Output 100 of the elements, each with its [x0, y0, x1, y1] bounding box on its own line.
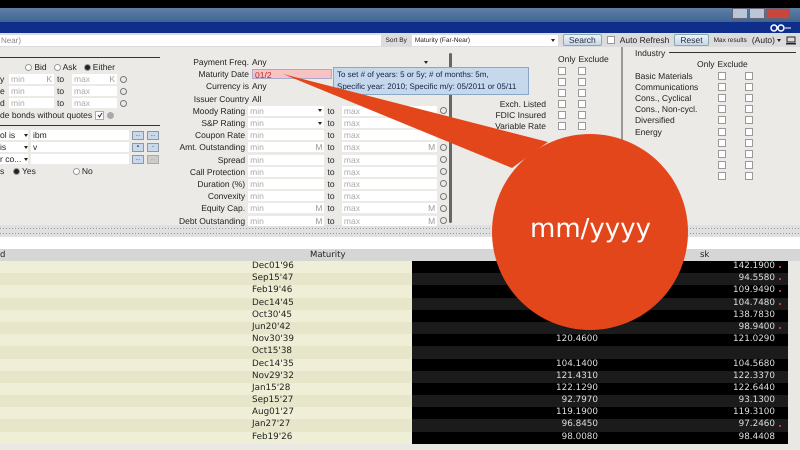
table-row[interactable]: Sep15'27 92.7970 93.1300: [0, 395, 788, 408]
bid-cell: 122.1290: [556, 382, 598, 393]
table-row[interactable]: Jan27'27 96.8450 97.2460: [0, 419, 788, 432]
exclude-checkbox[interactable]: [578, 66, 586, 74]
exclude-checkbox[interactable]: [745, 105, 753, 114]
only-checkbox[interactable]: [558, 110, 566, 118]
exclude-checkbox[interactable]: [578, 110, 586, 118]
maturity-cell: Sep15'27: [252, 395, 294, 406]
exclude-checkbox[interactable]: [578, 122, 586, 130]
to-label: to: [327, 166, 336, 177]
only-checkbox[interactable]: [718, 128, 726, 136]
bonds-without-quotes-checkbox[interactable]: [95, 110, 104, 120]
exclude-checkbox[interactable]: [745, 128, 753, 136]
caret-icon[interactable]: [318, 109, 322, 112]
caret-icon[interactable]: [24, 146, 28, 148]
link-icon[interactable]: [770, 24, 792, 32]
exclude-checkbox[interactable]: [745, 72, 753, 80]
field-dropdown[interactable]: r co...: [0, 154, 28, 164]
bid-cell: 98.0080: [562, 432, 598, 442]
criteria-label: Debt Outstanding: [178, 216, 246, 226]
table-row[interactable]: Dec14'35 104.1400 104.5680: [0, 358, 788, 371]
status-icon: [107, 112, 114, 118]
option-label: s: [0, 166, 6, 176]
only-checkbox[interactable]: [718, 161, 726, 170]
column-header: Exclude: [578, 54, 609, 64]
only-checkbox[interactable]: [558, 122, 566, 130]
ask-cell: 93.1300: [738, 395, 775, 406]
exclude-checkbox[interactable]: [745, 82, 753, 91]
to-label: to: [57, 98, 66, 108]
radio-option[interactable]: Bid: [25, 62, 47, 72]
search-button[interactable]: Search: [562, 34, 602, 46]
radio-option[interactable]: Either: [84, 62, 115, 72]
only-checkbox[interactable]: [718, 105, 726, 114]
date-field[interactable]: 01/2: [252, 69, 332, 80]
only-checkbox[interactable]: [558, 66, 566, 74]
only-checkbox[interactable]: [718, 72, 726, 80]
value-field[interactable]: ibm: [31, 130, 129, 140]
maturity-cell: Jan27'27: [252, 419, 290, 430]
radio-option[interactable]: Yes: [13, 166, 36, 176]
industry-label: Diversified: [635, 115, 675, 126]
criteria-label: Payment Freq.: [192, 57, 249, 68]
maturity-cell: Oct15'38: [252, 346, 292, 356]
table-row[interactable]: Nov29'32 121.4310 122.3370: [0, 370, 788, 383]
ask-cell: 94.5580: [738, 273, 775, 284]
auto-refresh-label: Auto Refresh: [620, 35, 670, 45]
value-field[interactable]: v: [31, 142, 129, 152]
exclude-checkbox[interactable]: [745, 161, 753, 170]
monitor-icon[interactable]: [786, 36, 796, 44]
only-checkbox[interactable]: [718, 94, 726, 102]
flag-label: FDIC Insured: [495, 110, 546, 120]
table-row[interactable]: Aug01'27 119.1900 119.3100: [0, 407, 788, 420]
auto-refresh-checkbox[interactable]: [606, 36, 615, 44]
caret-icon[interactable]: [318, 122, 322, 125]
only-checkbox[interactable]: [718, 82, 726, 91]
ask-cell: 122.6440: [733, 382, 775, 393]
radio-option[interactable]: Ask: [54, 62, 77, 72]
only-checkbox[interactable]: [718, 138, 726, 147]
exclude-checkbox[interactable]: [745, 172, 753, 180]
criteria-label: Currency is: [205, 81, 249, 92]
caret-icon[interactable]: [550, 38, 555, 42]
table-row[interactable]: Feb19'26 98.0080 98.4408: [0, 432, 788, 444]
maximize-button[interactable]: [749, 8, 765, 19]
caret-icon[interactable]: [24, 158, 28, 160]
radio-option[interactable]: No: [72, 166, 93, 176]
value-field[interactable]: [31, 154, 129, 164]
field-dropdown[interactable]: is: [0, 142, 28, 152]
maturity-cell: Jan15'28: [252, 382, 290, 393]
reset-button[interactable]: Reset: [674, 34, 709, 46]
field-dropdown[interactable]: ol is: [0, 130, 28, 140]
exclude-checkbox[interactable]: [745, 116, 753, 124]
criteria-label: Maturity Date: [197, 69, 249, 80]
minimize-button[interactable]: [732, 8, 748, 19]
exclude-checkbox[interactable]: [745, 138, 753, 147]
only-checkbox[interactable]: [718, 150, 726, 158]
bid-cell: 120.4600: [556, 334, 598, 344]
ask-cell: 109.9490: [733, 285, 775, 296]
exclude-checkbox[interactable]: [578, 100, 586, 108]
select-dropdown[interactable]: Any: [252, 57, 428, 68]
only-checkbox[interactable]: [718, 116, 726, 124]
search-field[interactable]: Near): [0, 34, 381, 46]
table-row[interactable]: Nov30'39 120.4600 121.0290: [0, 334, 788, 346]
to-label: to: [57, 74, 66, 84]
ask-cell: 97.2460: [738, 419, 775, 430]
criteria-label: Call Protection: [188, 166, 246, 177]
caret-icon[interactable]: [777, 38, 781, 42]
exclude-checkbox[interactable]: [578, 88, 586, 96]
max-results-dropdown[interactable]: (Auto): [752, 35, 781, 45]
only-checkbox[interactable]: [558, 78, 566, 86]
only-checkbox[interactable]: [558, 88, 566, 96]
only-checkbox[interactable]: [558, 100, 566, 108]
criteria-label: Coupon Rate: [194, 130, 246, 140]
exclude-checkbox[interactable]: [745, 94, 753, 102]
caret-icon[interactable]: [24, 134, 28, 136]
exclude-checkbox[interactable]: [578, 78, 586, 86]
exclude-checkbox[interactable]: [745, 150, 753, 158]
caret-icon[interactable]: [424, 60, 428, 64]
table-row[interactable]: Oct15'38: [0, 346, 788, 358]
only-checkbox[interactable]: [718, 172, 726, 180]
table-row[interactable]: Jan15'28 122.1290 122.6440: [0, 382, 788, 396]
maturity-cell: Feb19'26: [252, 432, 292, 442]
